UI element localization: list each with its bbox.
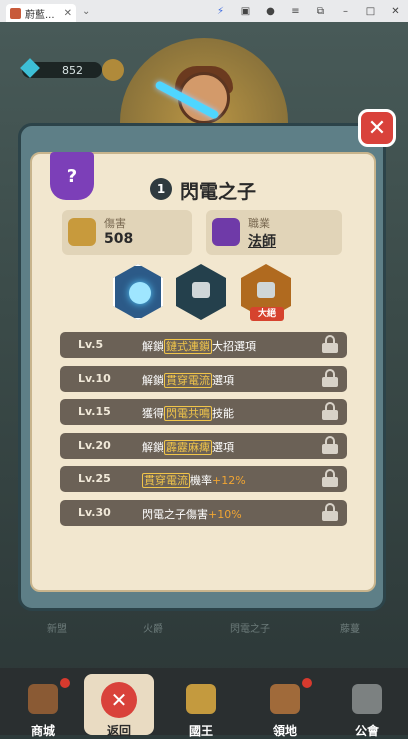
unlock-level: Lv.30 xyxy=(78,505,111,519)
browser-tab[interactable]: 蔚藍... ✕ xyxy=(6,4,76,22)
back-icon: ✕ xyxy=(101,682,137,718)
lock-icon xyxy=(322,368,338,387)
damage-label: 傷害 xyxy=(104,217,126,230)
unlock-level: Lv.25 xyxy=(78,472,111,485)
hero-tab-strip: 新盟 火爵 閃電之子 藤蔓 xyxy=(0,620,408,636)
unlock-text: 解鎖 xyxy=(142,440,164,454)
hero-tab[interactable]: 新盟 xyxy=(47,620,67,635)
orb-core xyxy=(129,282,151,304)
close-button[interactable]: ✕ xyxy=(358,109,396,147)
unlock-highlight: 貫穿電流 xyxy=(164,372,212,388)
gem-count: 852 xyxy=(62,64,83,77)
tab-dropdown-icon[interactable]: ⌄ xyxy=(82,6,90,17)
level-badge: 1 xyxy=(150,178,172,200)
coin-icon xyxy=(102,59,124,81)
account-icon[interactable]: ● xyxy=(258,6,283,17)
unlock-row: Lv.30 閃電之子傷害+10% xyxy=(60,499,347,526)
unlock-description: 解鎖 霹靂麻痺 選項 xyxy=(142,439,234,455)
unlock-bonus: +12% xyxy=(212,474,246,487)
damage-value: 508 xyxy=(104,231,134,247)
notification-dot xyxy=(302,678,312,688)
unlock-highlight: 貫穿電流 xyxy=(142,473,190,488)
maximize-icon[interactable]: □ xyxy=(358,6,383,17)
unlock-level: Lv.5 xyxy=(78,338,104,351)
nav-king[interactable]: 國王 xyxy=(166,674,236,738)
unlock-text: 技能 xyxy=(212,407,234,420)
lock-icon xyxy=(322,502,338,521)
nav-label: 國王 xyxy=(188,724,213,738)
class-value[interactable]: 法師 xyxy=(248,231,276,251)
lock-icon xyxy=(322,402,338,420)
hero-title: 閃電之子 xyxy=(180,181,257,203)
unlock-description: 解鎖 貫穿電流 選項 xyxy=(142,372,234,388)
unlock-level: Lv.15 xyxy=(78,405,111,418)
menu-icon[interactable]: ≡ xyxy=(283,6,308,17)
nav-territory[interactable]: 領地 xyxy=(250,674,320,738)
unlock-row: Lv.5 解鎖 鏈式連鎖 大招選項 xyxy=(60,332,347,358)
class-stat: 職業 法師 xyxy=(206,210,342,255)
unlock-text: 閃電之子傷害 xyxy=(142,507,208,521)
lock-icon xyxy=(257,282,275,298)
tab-title: 蔚藍... xyxy=(25,9,55,21)
unlock-description: 閃電之子傷害+10% xyxy=(142,506,242,522)
sword-icon xyxy=(68,218,96,246)
nav-label: 返回 xyxy=(106,724,131,738)
shop-icon xyxy=(28,684,58,714)
class-glyph: ? xyxy=(66,165,78,187)
class-shirt-icon: ? xyxy=(50,152,94,200)
browser-top-bar: 蔚藍... ✕ ⌄ ⚡ ▣ ● ≡ ⧉ – □ ✕ xyxy=(0,0,408,22)
minimize-icon[interactable]: – xyxy=(333,6,358,17)
lock-icon xyxy=(192,282,210,298)
nav-label: 公會 xyxy=(354,724,379,738)
unlock-description: 獲得 閃電共鳴 技能 xyxy=(142,405,234,421)
lock-icon xyxy=(322,469,338,487)
unlock-row: Lv.20 解鎖 霹靂麻痺 選項 xyxy=(60,432,347,459)
damage-stat: 傷害 508 xyxy=(62,210,192,255)
unlock-highlight: 閃電共鳴 xyxy=(164,406,212,421)
unlock-text: 大招選項 xyxy=(212,340,256,353)
lock-icon xyxy=(322,435,338,454)
lock-icon xyxy=(352,684,382,714)
unlock-level: Lv.20 xyxy=(78,438,111,452)
class-label: 職業 xyxy=(248,217,270,230)
hero-tab[interactable]: 火爵 xyxy=(143,620,163,635)
nav-back[interactable]: ✕ 返回 xyxy=(84,674,154,738)
app-favicon-icon xyxy=(10,7,21,19)
crown-icon xyxy=(186,684,216,714)
restore-icon[interactable]: ⧉ xyxy=(308,6,333,17)
close-window-icon[interactable]: ✕ xyxy=(383,6,408,17)
unlock-description: 解鎖 鏈式連鎖 大招選項 xyxy=(142,338,256,354)
unlock-text: 解鎖 xyxy=(142,340,164,353)
unlock-row: Lv.10 解鎖 貫穿電流 選項 xyxy=(60,365,347,392)
unlock-text: 機率 xyxy=(190,474,212,487)
unlock-text: 選項 xyxy=(212,373,234,387)
unlock-row: Lv.25 貫穿電流 機率+12% xyxy=(60,466,347,492)
ultimate-badge: 大絕 xyxy=(250,307,284,321)
hero-tab[interactable]: 閃電之子 xyxy=(230,620,270,635)
staff-icon xyxy=(212,218,240,246)
unlock-text: 獲得 xyxy=(142,407,164,420)
nav-guild[interactable]: 公會 xyxy=(332,674,402,738)
unlock-highlight: 霹靂麻痺 xyxy=(164,439,212,455)
window-icon[interactable]: ▣ xyxy=(233,6,258,17)
close-icon: ✕ xyxy=(367,115,387,141)
nav-label: 商城 xyxy=(30,724,55,738)
unlock-bonus: +10% xyxy=(208,507,242,521)
unlock-highlight: 鏈式連鎖 xyxy=(164,339,212,354)
unlock-text: 解鎖 xyxy=(142,373,164,387)
unlock-level: Lv.10 xyxy=(78,371,111,385)
lock-icon xyxy=(322,335,338,353)
nav-label: 領地 xyxy=(272,724,297,738)
notification-dot xyxy=(60,678,70,688)
unlock-row: Lv.15 獲得 閃電共鳴 技能 xyxy=(60,399,347,425)
castle-icon xyxy=(270,684,300,714)
lightning-icon[interactable]: ⚡ xyxy=(208,6,233,17)
unlock-text: 選項 xyxy=(212,440,234,454)
nav-shop[interactable]: 商城 xyxy=(8,674,78,738)
hero-tab[interactable]: 藤蔓 xyxy=(340,620,360,635)
unlock-description: 貫穿電流 機率+12% xyxy=(142,472,246,488)
tab-close-icon[interactable]: ✕ xyxy=(64,8,72,19)
